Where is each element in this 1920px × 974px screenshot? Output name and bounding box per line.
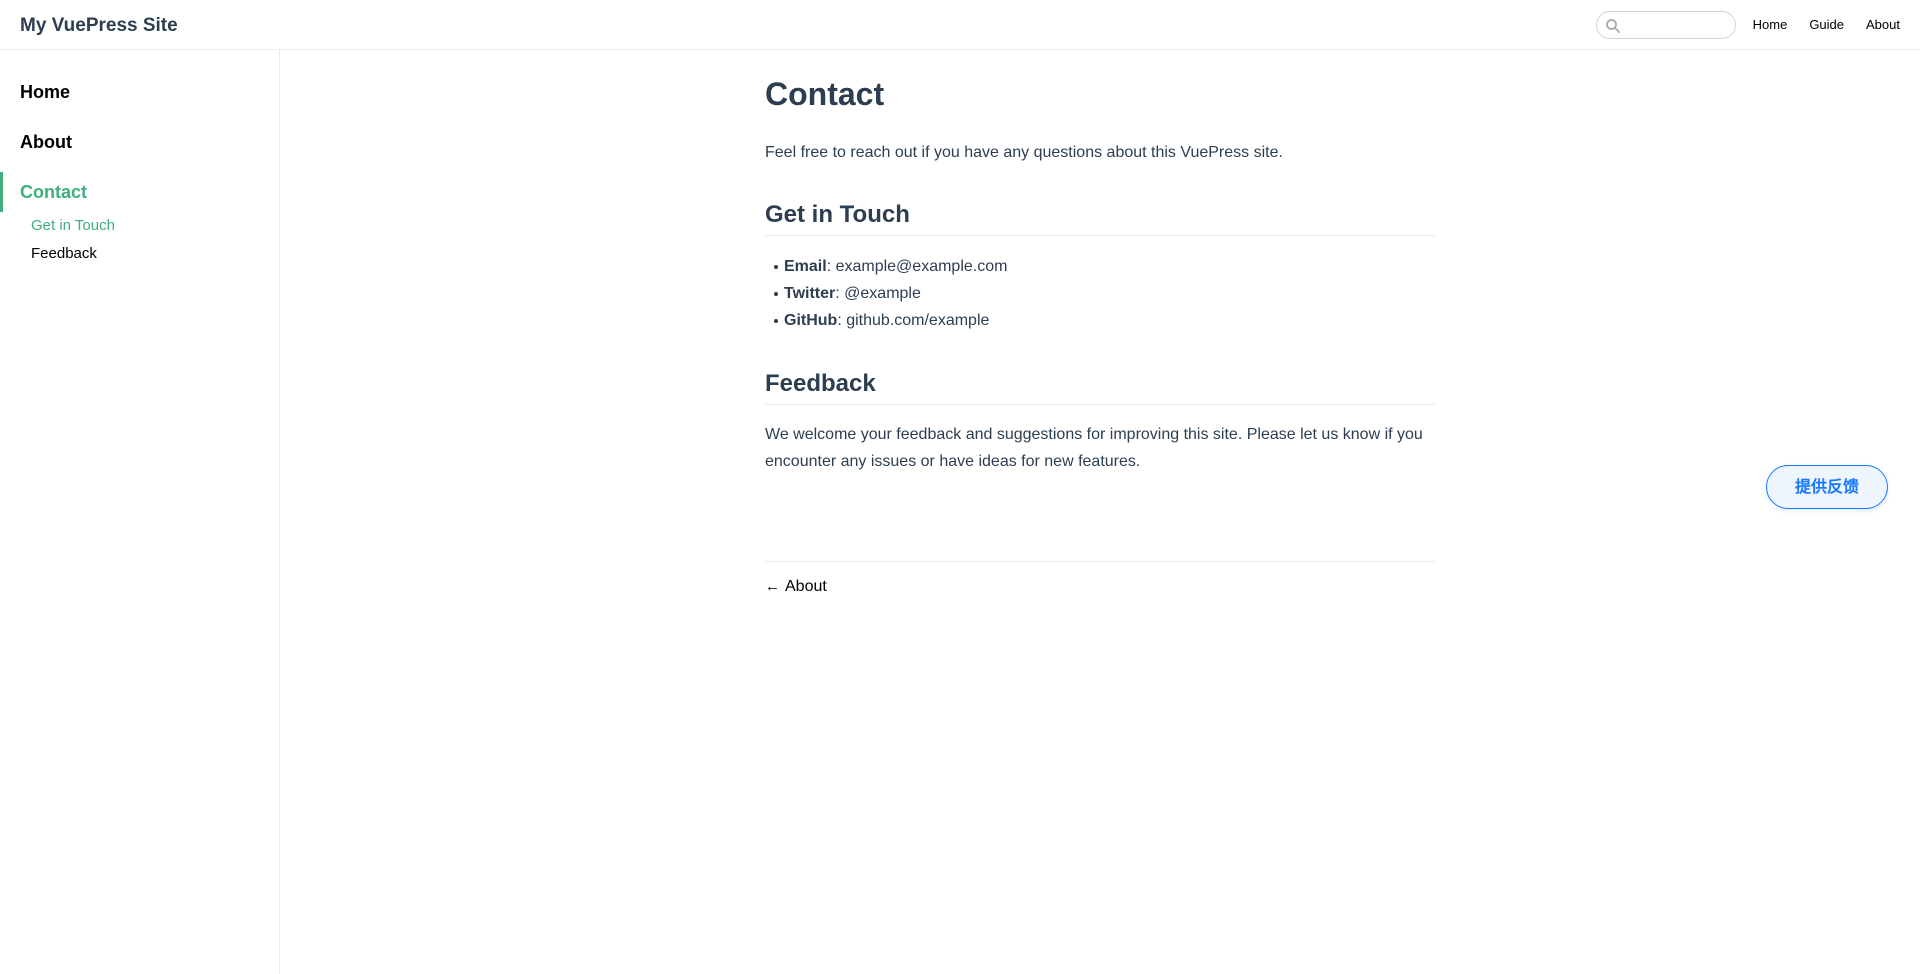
- search-box[interactable]: [1596, 11, 1736, 39]
- list-item: GitHub: github.com/example: [765, 307, 1007, 334]
- sidebar-group-contact: Contact Get in Touch Feedback: [0, 172, 279, 268]
- sidebar-item-home[interactable]: Home: [0, 79, 279, 105]
- contact-list: Email: example@example.com Twitter: @exa…: [765, 253, 1007, 334]
- prev-page-link[interactable]: ← About: [765, 578, 827, 596]
- nav-link-guide[interactable]: Guide: [1809, 17, 1844, 33]
- section-heading-get-in-touch: Get in Touch: [765, 199, 1435, 236]
- bullet-icon: [774, 319, 778, 323]
- sidebar-subitem-feedback[interactable]: Feedback: [0, 240, 279, 268]
- contact-label: Twitter: [784, 285, 836, 302]
- list-item: Email: example@example.com: [765, 253, 1007, 280]
- contact-label: GitHub: [784, 312, 838, 329]
- navbar: My VuePress Site Home Guide About: [0, 0, 1920, 50]
- feedback-button[interactable]: 提供反馈: [1766, 465, 1888, 509]
- site-name-link[interactable]: My VuePress Site: [20, 14, 178, 38]
- list-item: Twitter: @example: [765, 280, 1007, 307]
- arrow-left-icon: ←: [765, 578, 780, 595]
- sidebar-group-home: Home: [0, 79, 279, 105]
- nav-link-home[interactable]: Home: [1753, 17, 1788, 33]
- nav-links: Home Guide About: [1731, 17, 1900, 33]
- section-heading-feedback: Feedback: [765, 368, 1435, 405]
- sidebar: Home About Contact Get in Touch Feedback: [0, 50, 280, 974]
- search-icon: [1606, 19, 1620, 33]
- feedback-paragraph: We welcome your feedback and suggestions…: [765, 426, 1423, 470]
- nav-link-about[interactable]: About: [1866, 17, 1900, 33]
- contact-label: Email: [784, 258, 827, 275]
- sidebar-item-about[interactable]: About: [0, 129, 279, 155]
- contact-value: : @example: [835, 285, 921, 302]
- contact-value: : example@example.com: [826, 258, 1008, 275]
- prev-page-label: About: [785, 578, 827, 595]
- page-title: Contact: [765, 76, 885, 112]
- contact-value: : github.com/example: [837, 312, 990, 329]
- bullet-icon: [774, 265, 778, 269]
- bullet-icon: [774, 292, 778, 296]
- sidebar-item-contact[interactable]: Contact: [0, 172, 279, 212]
- intro-paragraph: Feel free to reach out if you have any q…: [765, 144, 1283, 161]
- sidebar-subitem-get-in-touch[interactable]: Get in Touch: [0, 212, 279, 240]
- search-input[interactable]: [1623, 14, 1729, 36]
- page-nav: ← About: [765, 561, 1435, 596]
- sidebar-group-about: About: [0, 129, 279, 155]
